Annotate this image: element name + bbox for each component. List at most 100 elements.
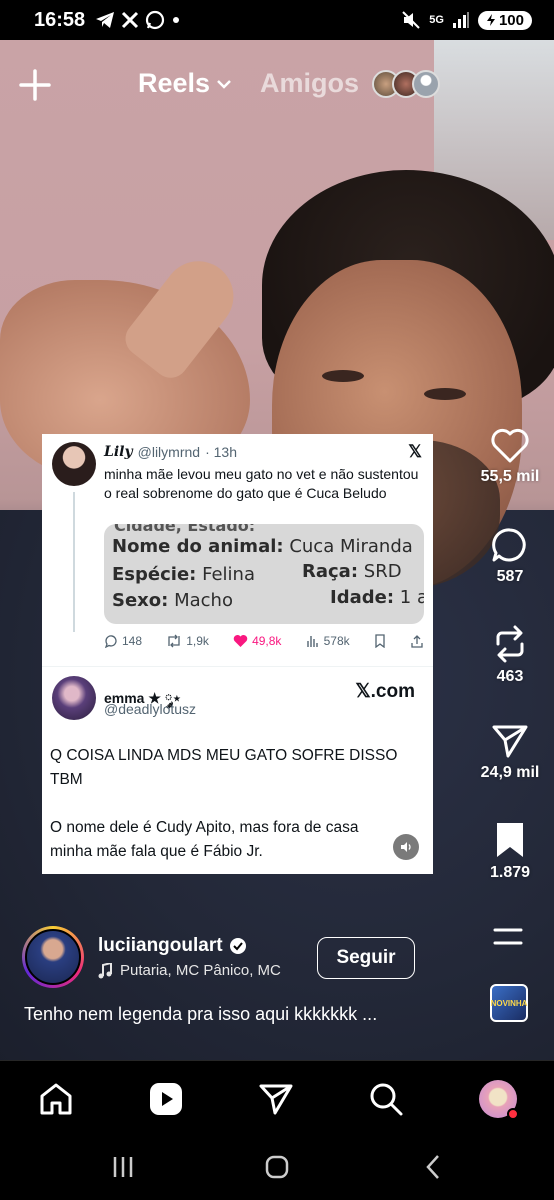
tab-friends[interactable]: Amigos — [260, 68, 359, 99]
whatsapp-icon — [146, 10, 165, 30]
back-chevron-icon — [426, 1155, 439, 1179]
tweet-1-avatar — [52, 442, 96, 486]
views-icon — [306, 636, 318, 647]
repost-icon — [496, 625, 524, 663]
views-count: 578k — [323, 634, 350, 648]
music-label: Putaria, MC Pânico, MC — [120, 962, 281, 979]
retweet-count: 1,9k — [186, 634, 209, 648]
audio-thumbnail-text: NOVINHA — [490, 998, 528, 1008]
image-species-label: Espécie: — [112, 564, 197, 585]
share-up-icon — [411, 635, 423, 648]
recent-apps-button[interactable] — [108, 1152, 138, 1182]
nav-messages[interactable] — [256, 1079, 296, 1119]
repost-button[interactable]: 463 — [472, 624, 548, 686]
tab-friends-label: Amigos — [260, 68, 360, 98]
speaker-icon — [401, 842, 411, 852]
like-count: 55,5 mil — [480, 468, 540, 485]
home-circle-icon — [265, 1155, 289, 1179]
music-info[interactable]: Putaria, MC Pânico, MC — [98, 962, 308, 979]
status-bar: 16:58 5G 100 — [0, 0, 554, 40]
image-age-label: Idade: — [330, 587, 395, 608]
tweet-2-text-1: Q COISA LINDA MDS MEU GATO SOFRE DISSO T… — [50, 747, 398, 788]
search-icon — [370, 1083, 403, 1116]
tweet-1-name: 𝑳𝒊𝒍𝒚 — [104, 444, 133, 460]
back-button[interactable] — [418, 1152, 448, 1182]
tab-reels[interactable]: Reels — [138, 68, 232, 99]
bottom-navigation — [0, 1060, 554, 1134]
battery-level: 100 — [498, 11, 524, 29]
like-button[interactable]: 55,5 mil — [472, 428, 548, 486]
system-navigation — [0, 1134, 554, 1200]
tweet-2-handle: @deadlylotusz — [104, 701, 197, 717]
tab-reels-label: Reels — [138, 68, 211, 98]
send-icon — [492, 725, 528, 758]
send-icon — [259, 1084, 293, 1115]
creator-username[interactable]: luciiangoulart — [98, 935, 247, 957]
tweet-screenshot-card: 𝑳𝒊𝒍𝒚 @lilymrnd · 13h 𝕏 minha mãe levou m… — [42, 434, 433, 874]
thread-line — [73, 492, 75, 632]
nav-profile[interactable] — [478, 1079, 519, 1120]
save-button[interactable]: 1.879 — [472, 820, 548, 882]
reels-icon — [150, 1083, 182, 1115]
nav-home[interactable] — [36, 1079, 76, 1119]
verified-badge-icon — [229, 938, 246, 954]
image-age-value: 1 a — [399, 587, 424, 608]
creator-avatar[interactable] — [22, 926, 84, 988]
image-sex-label: Sexo: — [112, 590, 169, 611]
bookmark-outline-icon — [375, 634, 385, 648]
dot-icon — [173, 17, 180, 23]
reply-count: 148 — [122, 634, 143, 648]
image-cut-line: Cidade, Estado: — [114, 524, 256, 535]
save-count: 1.879 — [489, 864, 531, 881]
repost-count: 463 — [496, 668, 524, 685]
nav-reels[interactable] — [146, 1079, 186, 1119]
home-button[interactable] — [262, 1152, 292, 1182]
music-note-icon — [98, 962, 112, 978]
nav-search[interactable] — [366, 1079, 406, 1119]
friend-avatars[interactable] — [372, 70, 440, 98]
image-breed-value: SRD — [363, 561, 402, 582]
battery-indicator: 100 — [477, 10, 532, 30]
tweet-1-actions: 148 1,9k 49,8k 578k — [104, 634, 424, 648]
x-com-logo: 𝕏.com — [355, 681, 415, 702]
share-button[interactable]: 24,9 mil — [472, 722, 548, 782]
x-icon — [122, 11, 139, 29]
tweet-1-time: · 13h — [205, 444, 237, 460]
network-label: 5G — [429, 14, 444, 26]
tweet-1: 𝑳𝒊𝒍𝒚 @lilymrnd · 13h 𝕏 minha mãe levou m… — [52, 442, 422, 503]
comment-icon — [492, 528, 526, 562]
like-count: 49,8k — [252, 634, 282, 648]
reel-caption[interactable]: Tenho nem legenda pra isso aqui kkkkkkk … — [24, 1004, 424, 1025]
recents-icon — [113, 1157, 133, 1177]
tweet-2-text-2: O nome dele é Cudy Apito, mas fora de ca… — [50, 819, 359, 860]
tweet-2-avatar — [52, 676, 96, 720]
chevron-down-icon — [217, 79, 231, 89]
bolt-icon — [486, 14, 495, 26]
notification-icons — [95, 10, 181, 30]
clock: 16:58 — [34, 8, 86, 31]
follow-button[interactable]: Seguir — [317, 937, 415, 979]
telegram-icon — [96, 12, 115, 28]
tweet-1-image: Cidade, Estado: Nome do animal: Cuca Mir… — [104, 524, 424, 624]
tweet-divider — [42, 666, 433, 667]
share-count: 24,9 mil — [480, 764, 540, 781]
tweet-1-text: minha mãe levou meu gato no vet e não su… — [104, 466, 419, 501]
reply-icon — [104, 635, 117, 648]
audio-thumbnail[interactable]: NOVINHA — [490, 984, 528, 1022]
image-breed-label: Raça: — [302, 561, 359, 582]
notification-dot — [507, 1108, 519, 1120]
signal-icon — [452, 12, 469, 28]
tweet-1-handle: @lilymrnd — [137, 444, 201, 460]
profile-avatar — [479, 1080, 519, 1120]
sound-toggle[interactable] — [393, 834, 419, 860]
person-eye-left — [322, 370, 364, 382]
friend-avatar — [412, 70, 440, 98]
comment-button[interactable]: 587 — [472, 526, 548, 586]
creator-username-label: luciiangoulart — [98, 935, 223, 956]
plus-icon[interactable] — [18, 68, 52, 102]
heart-icon — [491, 428, 529, 463]
more-options-icon[interactable] — [492, 926, 524, 948]
image-name-label: Nome do animal: — [112, 536, 284, 557]
reels-header: Reels Amigos — [0, 40, 554, 136]
image-name-value: Cuca Miranda — [289, 536, 413, 557]
